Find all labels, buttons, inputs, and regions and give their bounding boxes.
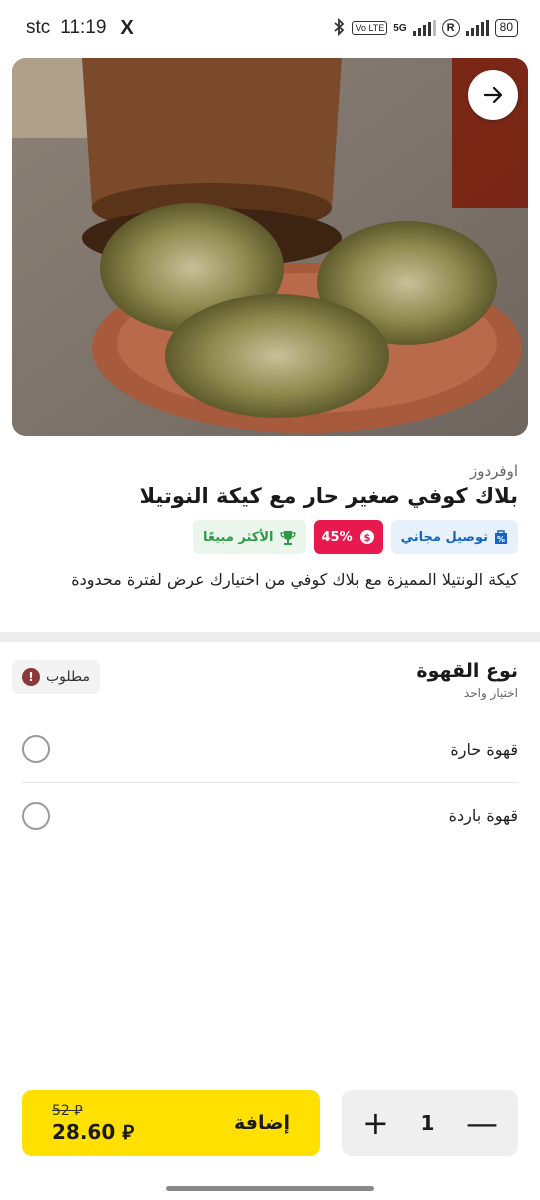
signal-icon	[412, 20, 436, 36]
x-app-icon: X	[120, 16, 134, 39]
add-label: إضافة	[234, 1112, 290, 1134]
section-subtitle: اختيار واحد	[463, 686, 518, 700]
quantity-stepper: + 1 —	[342, 1090, 518, 1156]
badge-row: % توصيل مجاني $ 45% الأكثر مبيعًا	[22, 520, 518, 554]
net-label: 5G	[393, 22, 407, 34]
back-button[interactable]	[468, 70, 518, 120]
carrier-name: stc	[26, 17, 51, 38]
option-iced-coffee[interactable]: قهوة باردة	[22, 782, 518, 848]
new-price: 28.60 ⃁	[52, 1120, 135, 1144]
section-title: نوع القهوة	[416, 660, 518, 682]
best-seller-label: الأكثر مبيعًا	[203, 529, 274, 545]
food-photo	[12, 58, 528, 436]
brand-name: اوفردوز	[469, 462, 518, 480]
option-label: قهوة حارة	[450, 739, 518, 759]
home-indicator[interactable]	[166, 1186, 374, 1191]
status-bar: stc 11:19 X Vo LTE 5G R 80	[0, 0, 540, 56]
alert-icon: !	[22, 668, 40, 686]
delivery-bag-icon: %	[495, 530, 507, 544]
product-image	[12, 58, 528, 436]
product-description: كيكة الونتيلا المميزة مع بلاك كوفي من اخ…	[71, 570, 518, 589]
best-seller-badge: الأكثر مبيعًا	[193, 520, 306, 554]
discount-icon: $	[359, 530, 374, 544]
free-delivery-label: توصيل مجاني	[400, 529, 488, 545]
discount-label: 45%	[321, 529, 353, 545]
battery-icon: 80	[494, 19, 518, 37]
old-price: 52 ⃁	[52, 1103, 83, 1119]
coffee-type-section: مطلوب ! نوع القهوة اختيار واحد قهوة حارة…	[12, 660, 518, 848]
arrow-right-icon	[483, 86, 503, 104]
free-delivery-badge: % توصيل مجاني	[390, 520, 518, 554]
signal-icon-2	[465, 20, 489, 36]
clock: 11:19	[60, 17, 107, 38]
section-divider	[0, 632, 540, 642]
product-info: اوفردوز بلاك كوفي صغير حار مع كيكة النوت…	[22, 462, 518, 589]
roaming-icon: R	[441, 19, 460, 37]
radio-button[interactable]	[22, 735, 50, 763]
quantity-value: 1	[420, 1111, 435, 1135]
trophy-icon	[279, 531, 296, 545]
required-label: مطلوب	[46, 669, 91, 685]
add-to-cart-button[interactable]: 52 ⃁ 28.60 ⃁ إضافة	[22, 1090, 320, 1156]
svg-text:$: $	[363, 533, 370, 544]
option-hot-coffee[interactable]: قهوة حارة	[22, 716, 518, 782]
volte-icon: Vo LTE	[352, 21, 388, 35]
decrease-button[interactable]: —	[466, 1107, 498, 1139]
option-label: قهوة باردة	[448, 806, 518, 825]
discount-badge: $ 45%	[313, 520, 383, 554]
increase-button[interactable]: +	[362, 1107, 389, 1139]
required-badge: مطلوب !	[12, 660, 101, 694]
product-title: بلاك كوفي صغير حار مع كيكة النوتيلا	[139, 484, 518, 508]
radio-button[interactable]	[22, 801, 50, 830]
svg-text:%: %	[497, 535, 505, 544]
bluetooth-icon	[332, 17, 346, 39]
